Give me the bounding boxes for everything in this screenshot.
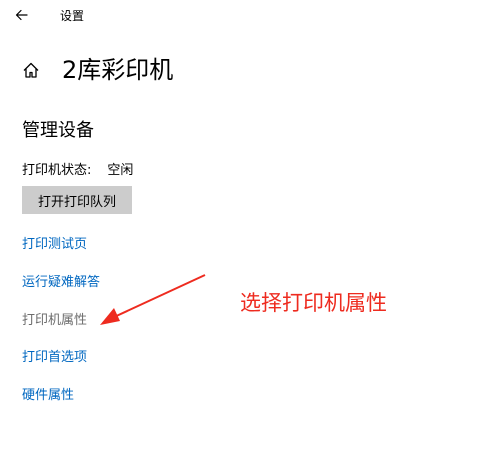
annotation-label: 选择打印机属性 xyxy=(240,291,387,315)
link-run-troubleshooter[interactable]: 运行疑难解答 xyxy=(22,274,100,292)
title-bar: 设置 xyxy=(0,0,500,34)
printer-status-row: 打印机状态: 空闲 xyxy=(22,162,133,180)
home-icon xyxy=(23,62,39,78)
printer-status-label: 打印机状态: xyxy=(22,163,92,178)
back-button[interactable] xyxy=(11,4,33,26)
window-title: 设置 xyxy=(60,9,85,23)
open-print-queue-button[interactable]: 打开打印队列 xyxy=(22,186,132,214)
back-arrow-icon xyxy=(15,9,28,21)
link-hardware-properties[interactable]: 硬件属性 xyxy=(22,387,74,405)
settings-page: 设置 2库彩印机 管理设备 打印机状态: 空闲 打开打印队列 打印测试页 运行疑难… xyxy=(0,0,500,464)
page-title: 2库彩印机 xyxy=(62,56,174,84)
link-printing-preferences[interactable]: 打印首选项 xyxy=(22,349,87,367)
link-printer-properties[interactable]: 打印机属性 xyxy=(22,312,87,330)
link-print-test-page[interactable]: 打印测试页 xyxy=(22,236,87,254)
printer-status-value: 空闲 xyxy=(107,163,134,178)
section-heading-manage-device: 管理设备 xyxy=(22,120,94,141)
